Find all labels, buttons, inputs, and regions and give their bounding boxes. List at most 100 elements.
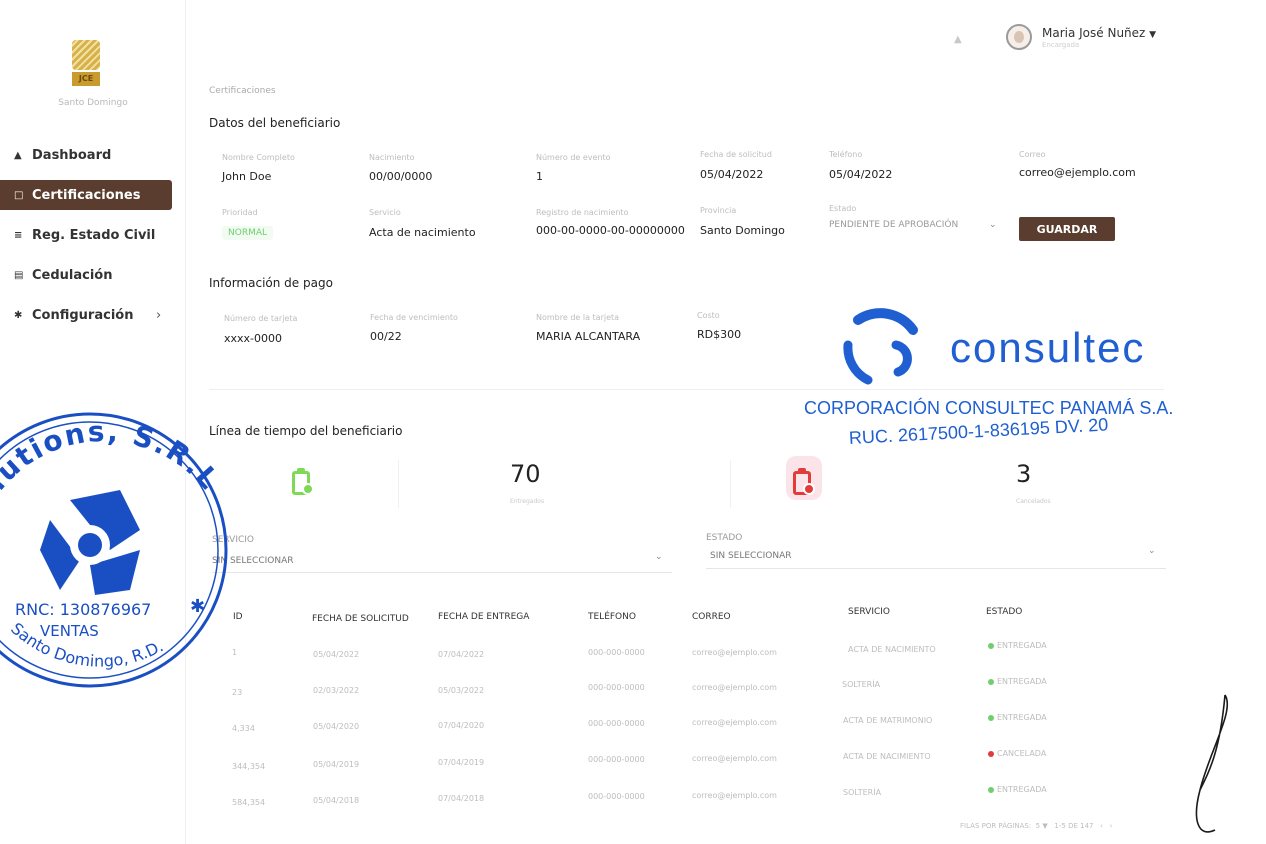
estado-select[interactable]: PENDIENTE DE APROBACIÓN ⌄ bbox=[829, 220, 1009, 240]
section-divider bbox=[209, 389, 1164, 390]
status-text: CANCELADA bbox=[997, 749, 1047, 758]
cell-servicio: ACTA DE NACIMIENTO bbox=[843, 752, 931, 761]
chevron-down-icon: ⌄ bbox=[989, 220, 997, 230]
chevron-down-icon[interactable]: ⌄ bbox=[655, 552, 663, 562]
consultec-ruc: RUC. 2617500-1-836195 DV. 20 bbox=[848, 414, 1109, 448]
handwritten-signature bbox=[1195, 694, 1229, 833]
service-filter-label: SERVICIO bbox=[212, 535, 254, 545]
bell-icon[interactable]: ▲ bbox=[954, 34, 962, 45]
cell-telefono: 000-000-0000 bbox=[588, 719, 645, 728]
sidebar-item-label: Cedulación bbox=[32, 267, 113, 283]
cell-id: 23 bbox=[232, 688, 243, 697]
sidebar-item-configuracion[interactable]: ✱ Configuración › bbox=[0, 300, 186, 330]
col-header-estado[interactable]: ESTADO bbox=[986, 607, 1022, 617]
cell-id: 584,354 bbox=[232, 798, 266, 807]
save-button[interactable]: GUARDAR bbox=[1019, 217, 1115, 241]
cell-correo[interactable]: correo@ejemplo.com bbox=[692, 718, 777, 727]
cell-fecha-solicitud: 02/03/2022 bbox=[313, 686, 360, 695]
col-header-telefono[interactable]: TELÉFONO bbox=[588, 612, 636, 622]
col-header-servicio[interactable]: SERVICIO bbox=[848, 607, 890, 617]
status-text: ENTREGADA bbox=[997, 641, 1047, 650]
sidebar-item-certificaciones[interactable]: □ Certificaciones bbox=[0, 180, 172, 210]
logo-text: JCE bbox=[72, 72, 100, 86]
field-label: Número de evento bbox=[536, 153, 611, 162]
field-label: Servicio bbox=[369, 208, 401, 217]
sidebar-item-label: Configuración bbox=[32, 307, 134, 323]
cell-estado: ENTREGADA bbox=[988, 785, 1047, 794]
jce-logo: JCE bbox=[72, 40, 100, 88]
col-header-id[interactable]: ID bbox=[233, 612, 243, 622]
status-text: ENTREGADA bbox=[997, 677, 1047, 686]
status-filter-underline bbox=[706, 568, 1166, 569]
cell-fecha-solicitud: 05/04/2022 bbox=[313, 650, 360, 659]
cell-fecha-entrega: 07/04/2022 bbox=[438, 650, 485, 659]
col-header-fecha-entrega[interactable]: FECHA DE ENTREGA bbox=[438, 612, 529, 622]
sidebar-item-cedulacion[interactable]: ▤ Cedulación bbox=[0, 260, 186, 290]
field-value: 00/00/0000 bbox=[369, 170, 433, 183]
cell-correo[interactable]: correo@ejemplo.com bbox=[692, 791, 777, 800]
status-dot bbox=[988, 714, 994, 721]
delivered-clipboard-icon bbox=[292, 468, 314, 496]
avatar-face bbox=[1014, 31, 1024, 43]
col-header-correo[interactable]: CORREO bbox=[692, 612, 731, 622]
field-value: xxxx-0000 bbox=[224, 332, 283, 345]
sidebar-item-label: Reg. Estado Civil bbox=[32, 227, 156, 243]
field-value: John Doe bbox=[222, 170, 272, 183]
cell-telefono: 000-000-0000 bbox=[588, 792, 645, 801]
rows-per-page-select[interactable]: 5 ▼ bbox=[1033, 822, 1048, 830]
field-value: 05/04/2022 bbox=[829, 168, 893, 181]
cell-telefono: 000-000-0000 bbox=[588, 683, 645, 692]
breadcrumb[interactable]: Certificaciones bbox=[209, 86, 276, 96]
card-divider bbox=[398, 460, 399, 508]
status-dot bbox=[988, 786, 994, 793]
delivered-count: 70 bbox=[510, 460, 541, 488]
prev-page-icon[interactable]: ‹ bbox=[1100, 822, 1103, 830]
cancelled-caption: Cancelados bbox=[1016, 498, 1051, 505]
cell-correo[interactable]: correo@ejemplo.com bbox=[692, 683, 777, 692]
cell-correo[interactable]: correo@ejemplo.com bbox=[692, 648, 777, 657]
chevron-down-icon[interactable]: ⌄ bbox=[1148, 546, 1156, 556]
field-value: RD$300 bbox=[697, 328, 742, 341]
sidebar-item-reg-estado-civil[interactable]: ≡ Reg. Estado Civil bbox=[0, 220, 186, 250]
chevron-down-icon: ▼ bbox=[1149, 30, 1157, 40]
cell-correo[interactable]: correo@ejemplo.com bbox=[692, 754, 777, 763]
cell-fecha-entrega: 07/04/2018 bbox=[438, 794, 485, 803]
id-card-icon: ▤ bbox=[14, 269, 24, 281]
field-label: Fecha de vencimiento bbox=[370, 313, 458, 322]
field-label: Número de tarjeta bbox=[224, 314, 298, 323]
status-filter[interactable]: SIN SELECCIONAR bbox=[710, 551, 792, 561]
card-divider bbox=[730, 460, 731, 508]
status-dot bbox=[988, 750, 994, 757]
cancelled-count: 3 bbox=[1016, 460, 1032, 488]
field-label: Nombre de la tarjeta bbox=[536, 313, 620, 322]
cell-fecha-entrega: 07/04/2020 bbox=[438, 721, 485, 730]
consultec-brand: consultec bbox=[950, 324, 1146, 371]
page-range: 1-5 DE 147 bbox=[1054, 822, 1094, 830]
avatar[interactable] bbox=[1006, 24, 1032, 50]
field-value: 05/04/2022 bbox=[700, 168, 764, 181]
priority-badge: NORMAL bbox=[222, 226, 274, 240]
field-value: correo@ejemplo.com bbox=[1019, 166, 1136, 179]
beneficiary-title: Datos del beneficiario bbox=[209, 116, 341, 130]
next-page-icon[interactable]: › bbox=[1110, 822, 1113, 830]
sidebar-item-dashboard[interactable]: ▲ Dashboard bbox=[0, 140, 186, 170]
field-value: Acta de nacimiento bbox=[369, 226, 476, 239]
fingerprint-icon bbox=[72, 40, 100, 70]
cell-fecha-solicitud: 05/04/2019 bbox=[313, 760, 360, 769]
cell-id: 344,354 bbox=[232, 762, 266, 771]
sidebar-item-label: Dashboard bbox=[32, 147, 112, 163]
cell-fecha-entrega: 05/03/2022 bbox=[438, 686, 485, 695]
user-name: Maria José Nuñez bbox=[1042, 26, 1146, 40]
field-value: MARIA ALCANTARA bbox=[536, 330, 641, 343]
col-header-fecha-solicitud[interactable]: FECHA DE SOLICITUD bbox=[312, 614, 409, 624]
field-label: Provincia bbox=[700, 206, 737, 215]
user-menu[interactable]: Maria José Nuñez ▼ bbox=[1042, 26, 1156, 40]
field-label: Fecha de solicitud bbox=[700, 150, 772, 159]
status-dot bbox=[988, 642, 994, 649]
timeline-title: Línea de tiempo del beneficiario bbox=[209, 424, 403, 438]
cell-estado: ENTREGADA bbox=[988, 641, 1047, 650]
service-filter[interactable]: SIN SELECCIONAR bbox=[212, 556, 294, 566]
cell-id: 1 bbox=[232, 648, 238, 657]
home-icon: ▲ bbox=[14, 149, 22, 161]
field-label: Estado bbox=[829, 204, 857, 213]
